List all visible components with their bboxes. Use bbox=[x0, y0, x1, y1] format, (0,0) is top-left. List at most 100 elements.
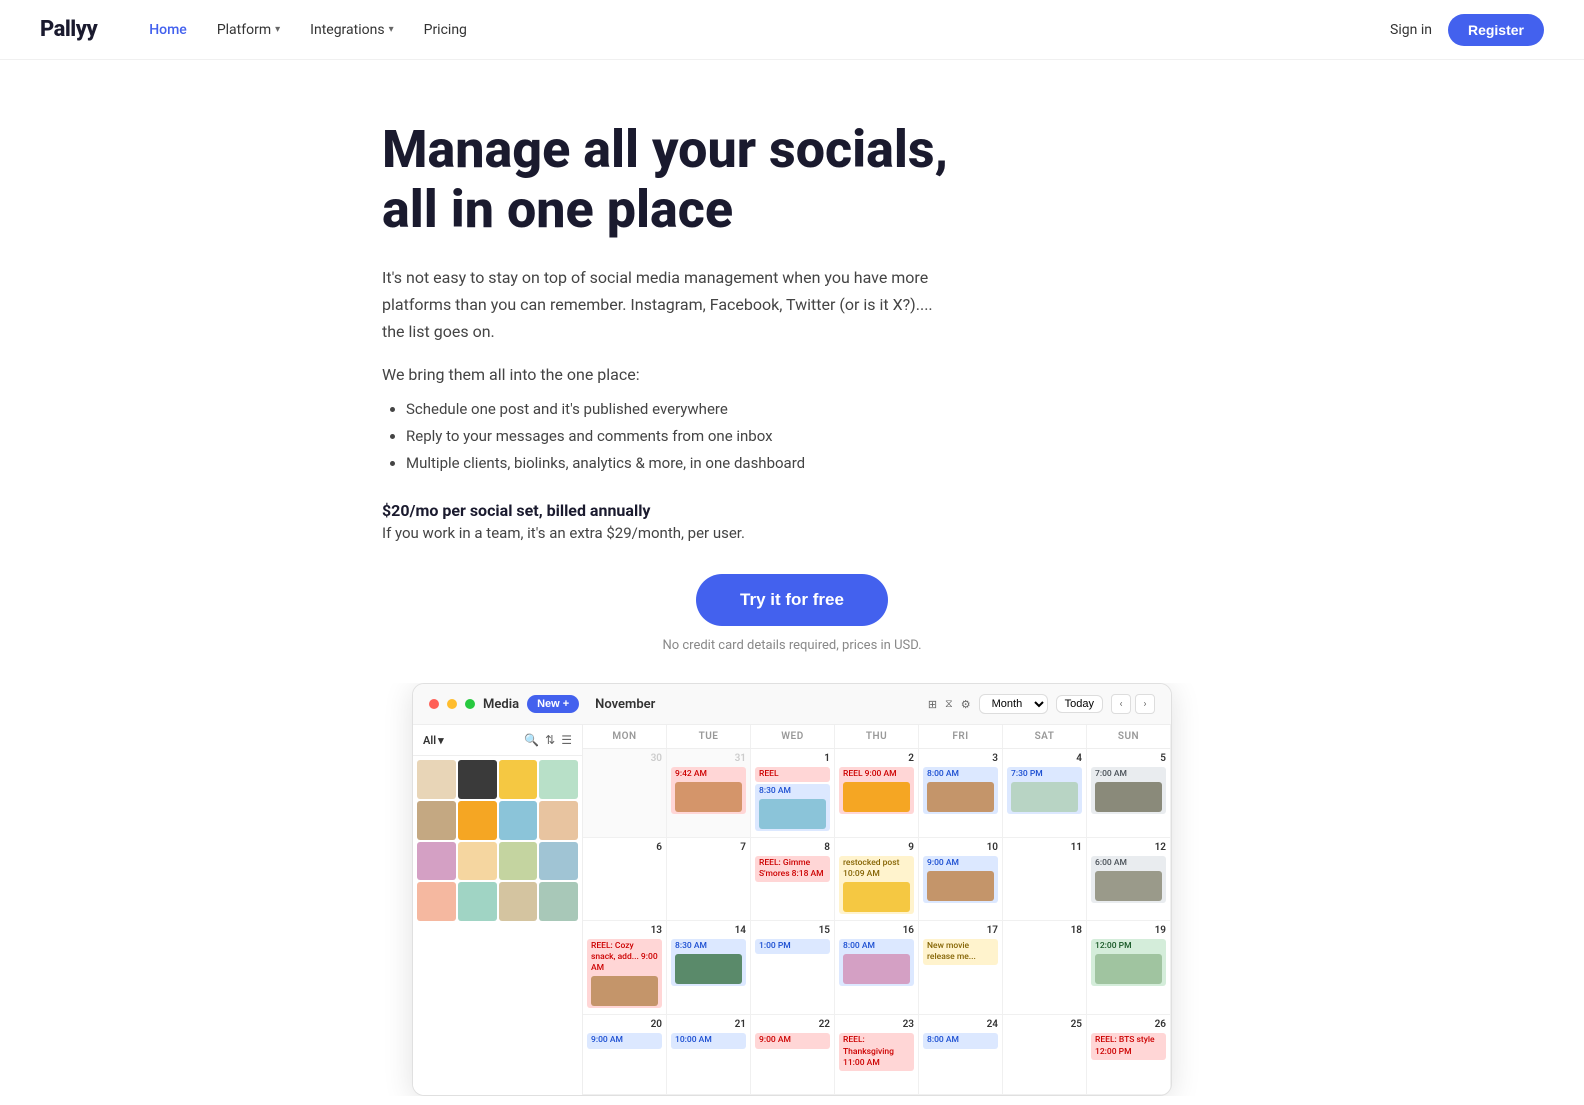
cal-cell-11[interactable]: 11 bbox=[1003, 838, 1087, 921]
dashboard-body: All ▾ 🔍 ⇅ ☰ MONTUEWEDTHUFRISATSUN 30319:… bbox=[413, 725, 1171, 1095]
cal-event-1-0[interactable]: REEL bbox=[755, 767, 830, 782]
nav-platform[interactable]: Platform ▾ bbox=[205, 16, 292, 44]
cal-event-12-0[interactable]: 6:00 AM bbox=[1091, 856, 1166, 903]
cal-cell-21[interactable]: 2110:00 AM bbox=[667, 1015, 751, 1095]
cal-cell-4[interactable]: 47:30 PM bbox=[1003, 749, 1087, 838]
cal-event-20-0[interactable]: 9:00 AM bbox=[587, 1033, 662, 1048]
window-maximize-btn bbox=[465, 699, 475, 709]
cal-event-14-0[interactable]: 8:30 AM bbox=[671, 939, 746, 986]
media-thumb-6[interactable] bbox=[499, 801, 538, 840]
cal-cell-6[interactable]: 6 bbox=[583, 838, 667, 921]
nav-integrations[interactable]: Integrations ▾ bbox=[298, 16, 405, 44]
cal-event-17-0[interactable]: New movie release me... bbox=[923, 939, 998, 965]
search-icon[interactable]: 🔍 bbox=[524, 733, 539, 747]
cal-cell-16[interactable]: 16 8:00 AM bbox=[835, 921, 919, 1015]
media-thumb-12[interactable] bbox=[417, 882, 456, 921]
cal-cell-number-5: 5 bbox=[1091, 753, 1166, 764]
dashboard-month-label: November bbox=[595, 697, 655, 712]
dashboard-new-button[interactable]: New + bbox=[527, 695, 579, 713]
media-thumb-7[interactable] bbox=[539, 801, 578, 840]
sign-in-link[interactable]: Sign in bbox=[1390, 22, 1432, 38]
today-button[interactable]: Today bbox=[1056, 695, 1103, 713]
cal-cell-12[interactable]: 12 6:00 AM bbox=[1087, 838, 1171, 921]
cal-cell-17[interactable]: 17New movie release me... bbox=[919, 921, 1003, 1015]
brand-logo[interactable]: Pallyy bbox=[40, 17, 97, 42]
cal-event-23-0[interactable]: REEL: Thanksgiving 11:00 AM bbox=[839, 1033, 914, 1070]
media-thumb-4[interactable] bbox=[417, 801, 456, 840]
list-view-icon[interactable]: ☰ bbox=[561, 733, 572, 747]
cal-event-4-0[interactable]: 7:30 PM bbox=[1007, 767, 1082, 814]
cal-event-15-0[interactable]: 1:00 PM bbox=[755, 939, 830, 954]
cal-event-10-0[interactable]: 9:00 AM bbox=[923, 856, 998, 903]
media-thumb-8[interactable] bbox=[417, 842, 456, 881]
cal-event-13-0[interactable]: REEL: Cozy snack, add... 9:00 AM bbox=[587, 939, 662, 1008]
cal-cell-25[interactable]: 25 bbox=[1003, 1015, 1087, 1095]
cal-event-22-0[interactable]: 9:00 AM bbox=[755, 1033, 830, 1048]
cal-cell-22[interactable]: 229:00 AM bbox=[751, 1015, 835, 1095]
cal-cell-8[interactable]: 8REEL: Gimme S'mores 8:18 AM bbox=[751, 838, 835, 921]
cal-event-5-0[interactable]: 7:00 AM bbox=[1091, 767, 1166, 814]
cal-event-19-0[interactable]: 12:00 PM bbox=[1091, 939, 1166, 986]
media-thumb-2[interactable] bbox=[499, 760, 538, 799]
month-select[interactable]: Month bbox=[979, 694, 1048, 714]
cal-event-8-0[interactable]: REEL: Gimme S'mores 8:18 AM bbox=[755, 856, 830, 882]
cal-cell-number-6: 6 bbox=[587, 842, 662, 853]
cal-event-9-0[interactable]: restocked post 10:09 AM bbox=[839, 856, 914, 914]
filter-icon[interactable]: ⧖ bbox=[945, 697, 953, 711]
media-thumb-10[interactable] bbox=[499, 842, 538, 881]
settings-icon[interactable]: ⚙ bbox=[961, 698, 971, 711]
cal-cell-5[interactable]: 5 7:00 AM bbox=[1087, 749, 1171, 838]
cal-event-1-1[interactable]: 8:30 AM bbox=[755, 784, 830, 831]
next-arrow-button[interactable]: › bbox=[1135, 694, 1155, 714]
prev-arrow-button[interactable]: ‹ bbox=[1111, 694, 1131, 714]
hero-title: Manage all your socials, all in one plac… bbox=[382, 120, 982, 240]
cal-thumb-5-0 bbox=[1095, 782, 1162, 812]
cal-event-26-0[interactable]: REEL: BTS style 12:00 PM bbox=[1091, 1033, 1166, 1059]
cal-event-3-0[interactable]: 8:00 AM bbox=[923, 767, 998, 814]
cal-cell-3[interactable]: 38:00 AM bbox=[919, 749, 1003, 838]
cal-cell-number-12: 12 bbox=[1091, 842, 1166, 853]
nav-home[interactable]: Home bbox=[137, 16, 199, 44]
sort-icon[interactable]: ⇅ bbox=[545, 733, 555, 747]
cal-cell-19[interactable]: 1912:00 PM bbox=[1087, 921, 1171, 1015]
try-free-button[interactable]: Try it for free bbox=[696, 574, 888, 626]
grid-view-icon[interactable]: ⊞ bbox=[928, 698, 937, 711]
nav-platform-label: Platform bbox=[217, 22, 271, 38]
media-thumb-9[interactable] bbox=[458, 842, 497, 881]
register-button[interactable]: Register bbox=[1448, 14, 1544, 46]
cal-cell-26[interactable]: 26 REEL: BTS style 12:00 PM bbox=[1087, 1015, 1171, 1095]
cal-cell-number-16: 16 bbox=[839, 925, 914, 936]
cal-event-24-0[interactable]: 8:00 AM bbox=[923, 1033, 998, 1048]
cal-cell-24[interactable]: 248:00 AM bbox=[919, 1015, 1003, 1095]
cal-cell-13[interactable]: 13REEL: Cozy snack, add... 9:00 AM bbox=[583, 921, 667, 1015]
media-thumb-3[interactable] bbox=[539, 760, 578, 799]
cal-cell-7[interactable]: 7 bbox=[667, 838, 751, 921]
media-thumb-11[interactable] bbox=[539, 842, 578, 881]
cal-event-2-0[interactable]: REEL 9:00 AM bbox=[839, 767, 914, 814]
cal-cell-9[interactable]: 9restocked post 10:09 AM bbox=[835, 838, 919, 921]
cal-cell-15[interactable]: 151:00 PM bbox=[751, 921, 835, 1015]
cal-cell-18[interactable]: 18 bbox=[1003, 921, 1087, 1015]
cal-event-31-0[interactable]: 9:42 AM bbox=[671, 767, 746, 814]
media-thumb-13[interactable] bbox=[458, 882, 497, 921]
media-thumb-1[interactable] bbox=[458, 760, 497, 799]
nav-links: Home Platform ▾ Integrations ▾ Pricing bbox=[137, 16, 1390, 44]
cal-event-21-0[interactable]: 10:00 AM bbox=[671, 1033, 746, 1048]
cal-cell-2[interactable]: 2REEL 9:00 AM bbox=[835, 749, 919, 838]
cal-cell-23[interactable]: 23REEL: Thanksgiving 11:00 AM bbox=[835, 1015, 919, 1095]
media-thumb-0[interactable] bbox=[417, 760, 456, 799]
cal-cell-14[interactable]: 148:30 AM bbox=[667, 921, 751, 1015]
cal-cell-number-26: 26 bbox=[1091, 1019, 1166, 1030]
sidebar-filter-all[interactable]: All ▾ bbox=[423, 734, 444, 747]
hero-pricing-sub: If you work in a team, it's an extra $29… bbox=[382, 524, 1202, 542]
cal-cell-31[interactable]: 319:42 AM bbox=[667, 749, 751, 838]
cal-cell-30[interactable]: 30 bbox=[583, 749, 667, 838]
cal-cell-20[interactable]: 209:00 AM bbox=[583, 1015, 667, 1095]
media-thumb-5[interactable] bbox=[458, 801, 497, 840]
media-thumb-15[interactable] bbox=[539, 882, 578, 921]
cal-cell-1[interactable]: 1REEL8:30 AM bbox=[751, 749, 835, 838]
cal-cell-10[interactable]: 109:00 AM bbox=[919, 838, 1003, 921]
cal-event-16-0[interactable]: 8:00 AM bbox=[839, 939, 914, 986]
nav-pricing[interactable]: Pricing bbox=[412, 16, 479, 44]
media-thumb-14[interactable] bbox=[499, 882, 538, 921]
